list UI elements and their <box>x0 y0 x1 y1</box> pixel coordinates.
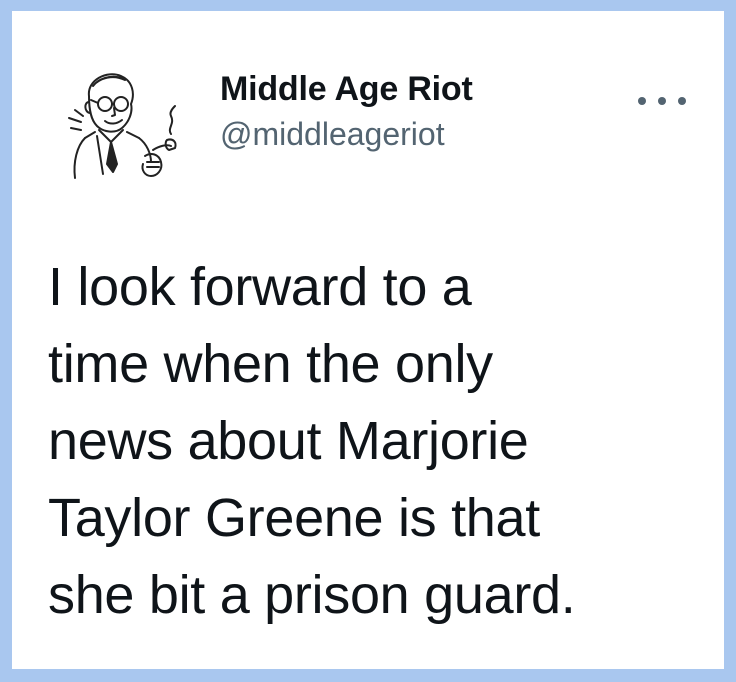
tweet-text-line: news about Marjorie <box>48 411 529 471</box>
tweet-text-line: I look forward to a <box>48 257 472 317</box>
tweet-card: Middle Age Riot @middleageriot I look fo… <box>12 11 724 669</box>
pipe-man-icon <box>68 73 177 179</box>
display-name[interactable]: Middle Age Riot <box>220 69 473 109</box>
more-dot-icon <box>658 97 666 105</box>
more-options-button[interactable] <box>638 91 686 111</box>
author-info: Middle Age Riot @middleageriot <box>220 69 473 154</box>
tweet-text-line: Taylor Greene is that <box>48 488 540 548</box>
tweet-text-line: she bit a prison guard. <box>48 565 576 625</box>
tweet-text: I look forward to a time when the only n… <box>48 249 708 634</box>
avatar[interactable] <box>67 66 182 186</box>
more-dot-icon <box>638 97 646 105</box>
user-handle[interactable]: @middleageriot <box>220 114 473 154</box>
more-dot-icon <box>678 97 686 105</box>
tweet-text-line: time when the only <box>48 334 493 394</box>
